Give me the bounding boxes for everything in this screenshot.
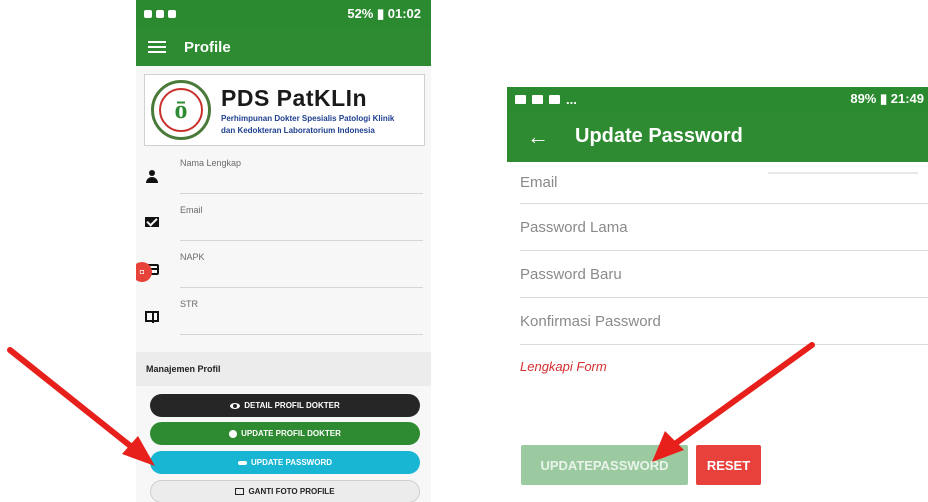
chat-icon: [549, 94, 560, 104]
update-password-submit-button[interactable]: UPDATEPASSWORD: [521, 445, 688, 485]
app-bar: Profile: [136, 28, 431, 66]
section-title: Manajemen Profil: [136, 352, 431, 386]
field-napk[interactable]: NAPK: [136, 246, 431, 293]
app-bar: ← Update Password: [507, 111, 928, 162]
new-password-field[interactable]: Password Baru: [520, 251, 928, 298]
mail-icon: [145, 217, 159, 227]
screenshot-stage: 52% ▮ 01:02 Profile ō PDS PatKLIn Perhim…: [0, 0, 928, 502]
organization-logo-banner: ō PDS PatKLIn Perhimpunan Dokter Spesial…: [144, 74, 425, 146]
field-label: Email: [180, 205, 203, 215]
logo-subtitle-1: Perhimpunan Dokter Spesialis Patologi Kl…: [221, 113, 395, 123]
logo-subtitle-2: dan Kedokteran Laboratorium Indonesia: [221, 125, 375, 135]
field-label: STR: [180, 299, 198, 309]
logo-text: PDS PatKLIn Perhimpunan Dokter Spesialis…: [221, 85, 394, 136]
field-label: Email: [520, 174, 558, 191]
update-profile-button[interactable]: UPDATE PROFIL DOKTER: [150, 422, 420, 445]
field-label: NAPK: [180, 252, 205, 262]
key-icon: [237, 460, 247, 465]
status-battery-time: 52% ▮ 01:02: [347, 6, 421, 21]
eye-icon: [230, 402, 241, 409]
page-title: Update Password: [575, 125, 743, 147]
logo-title: PDS PatKLIn: [221, 84, 368, 111]
reset-button[interactable]: RESET: [696, 445, 761, 485]
notification-icon: [168, 10, 176, 18]
old-password-field[interactable]: Password Lama: [520, 204, 928, 251]
button-label: UPDATE PROFIL DOKTER: [241, 429, 341, 438]
field-placeholder: Password Lama: [520, 218, 628, 236]
account-icon: [229, 429, 238, 438]
field-label: Nama Lengkap: [180, 158, 242, 168]
field-placeholder: Konfirmasi Password: [520, 312, 661, 330]
button-label: UPDATE PASSWORD: [250, 458, 333, 467]
update-password-button[interactable]: UPDATE PASSWORD: [150, 451, 420, 474]
status-battery-time: 89% ▮ 21:49: [850, 91, 924, 106]
organization-emblem-icon: ō: [151, 80, 211, 140]
notification-icon: [532, 94, 543, 104]
field-str[interactable]: STR: [136, 293, 431, 340]
photo-icon: [235, 488, 245, 495]
field-placeholder: Password Baru: [520, 265, 622, 283]
email-field[interactable]: Email: [520, 162, 928, 204]
page-title: Profile: [184, 38, 231, 56]
status-icons: [144, 10, 176, 18]
change-photo-button[interactable]: GANTI FOTO PROFILE: [150, 480, 420, 502]
notification-icon: [144, 10, 152, 18]
form-error-text: Lengkapi Form: [520, 359, 607, 374]
confirm-password-field[interactable]: Konfirmasi Password: [520, 298, 928, 345]
email-value-blurred: [768, 171, 918, 174]
profile-screen: 52% ▮ 01:02 Profile ō PDS PatKLIn Perhim…: [136, 0, 431, 502]
status-more: ...: [566, 91, 577, 107]
book-icon: [145, 311, 159, 323]
arrow-left: [7, 347, 155, 466]
detail-profile-button[interactable]: DETAIL PROFIL DOKTER: [150, 394, 420, 417]
menu-icon[interactable]: [148, 41, 166, 53]
field-full-name[interactable]: Nama Lengkap: [136, 152, 431, 199]
notification-icon: [156, 10, 164, 18]
image-icon: [515, 94, 526, 104]
field-email[interactable]: Email: [136, 199, 431, 246]
update-password-screen: ... 89% ▮ 21:49 ← Update Password Email …: [507, 87, 928, 502]
status-icons: ...: [515, 92, 577, 107]
status-right: 52% ▮ 01:02: [339, 2, 425, 26]
status-bar: ... 89% ▮ 21:49: [507, 87, 928, 111]
person-icon: [145, 170, 159, 184]
button-label: DETAIL PROFIL DOKTER: [244, 401, 340, 410]
status-bar: 52% ▮ 01:02: [136, 0, 431, 28]
back-arrow-icon[interactable]: ←: [527, 124, 549, 150]
button-label: GANTI FOTO PROFILE: [248, 487, 335, 496]
